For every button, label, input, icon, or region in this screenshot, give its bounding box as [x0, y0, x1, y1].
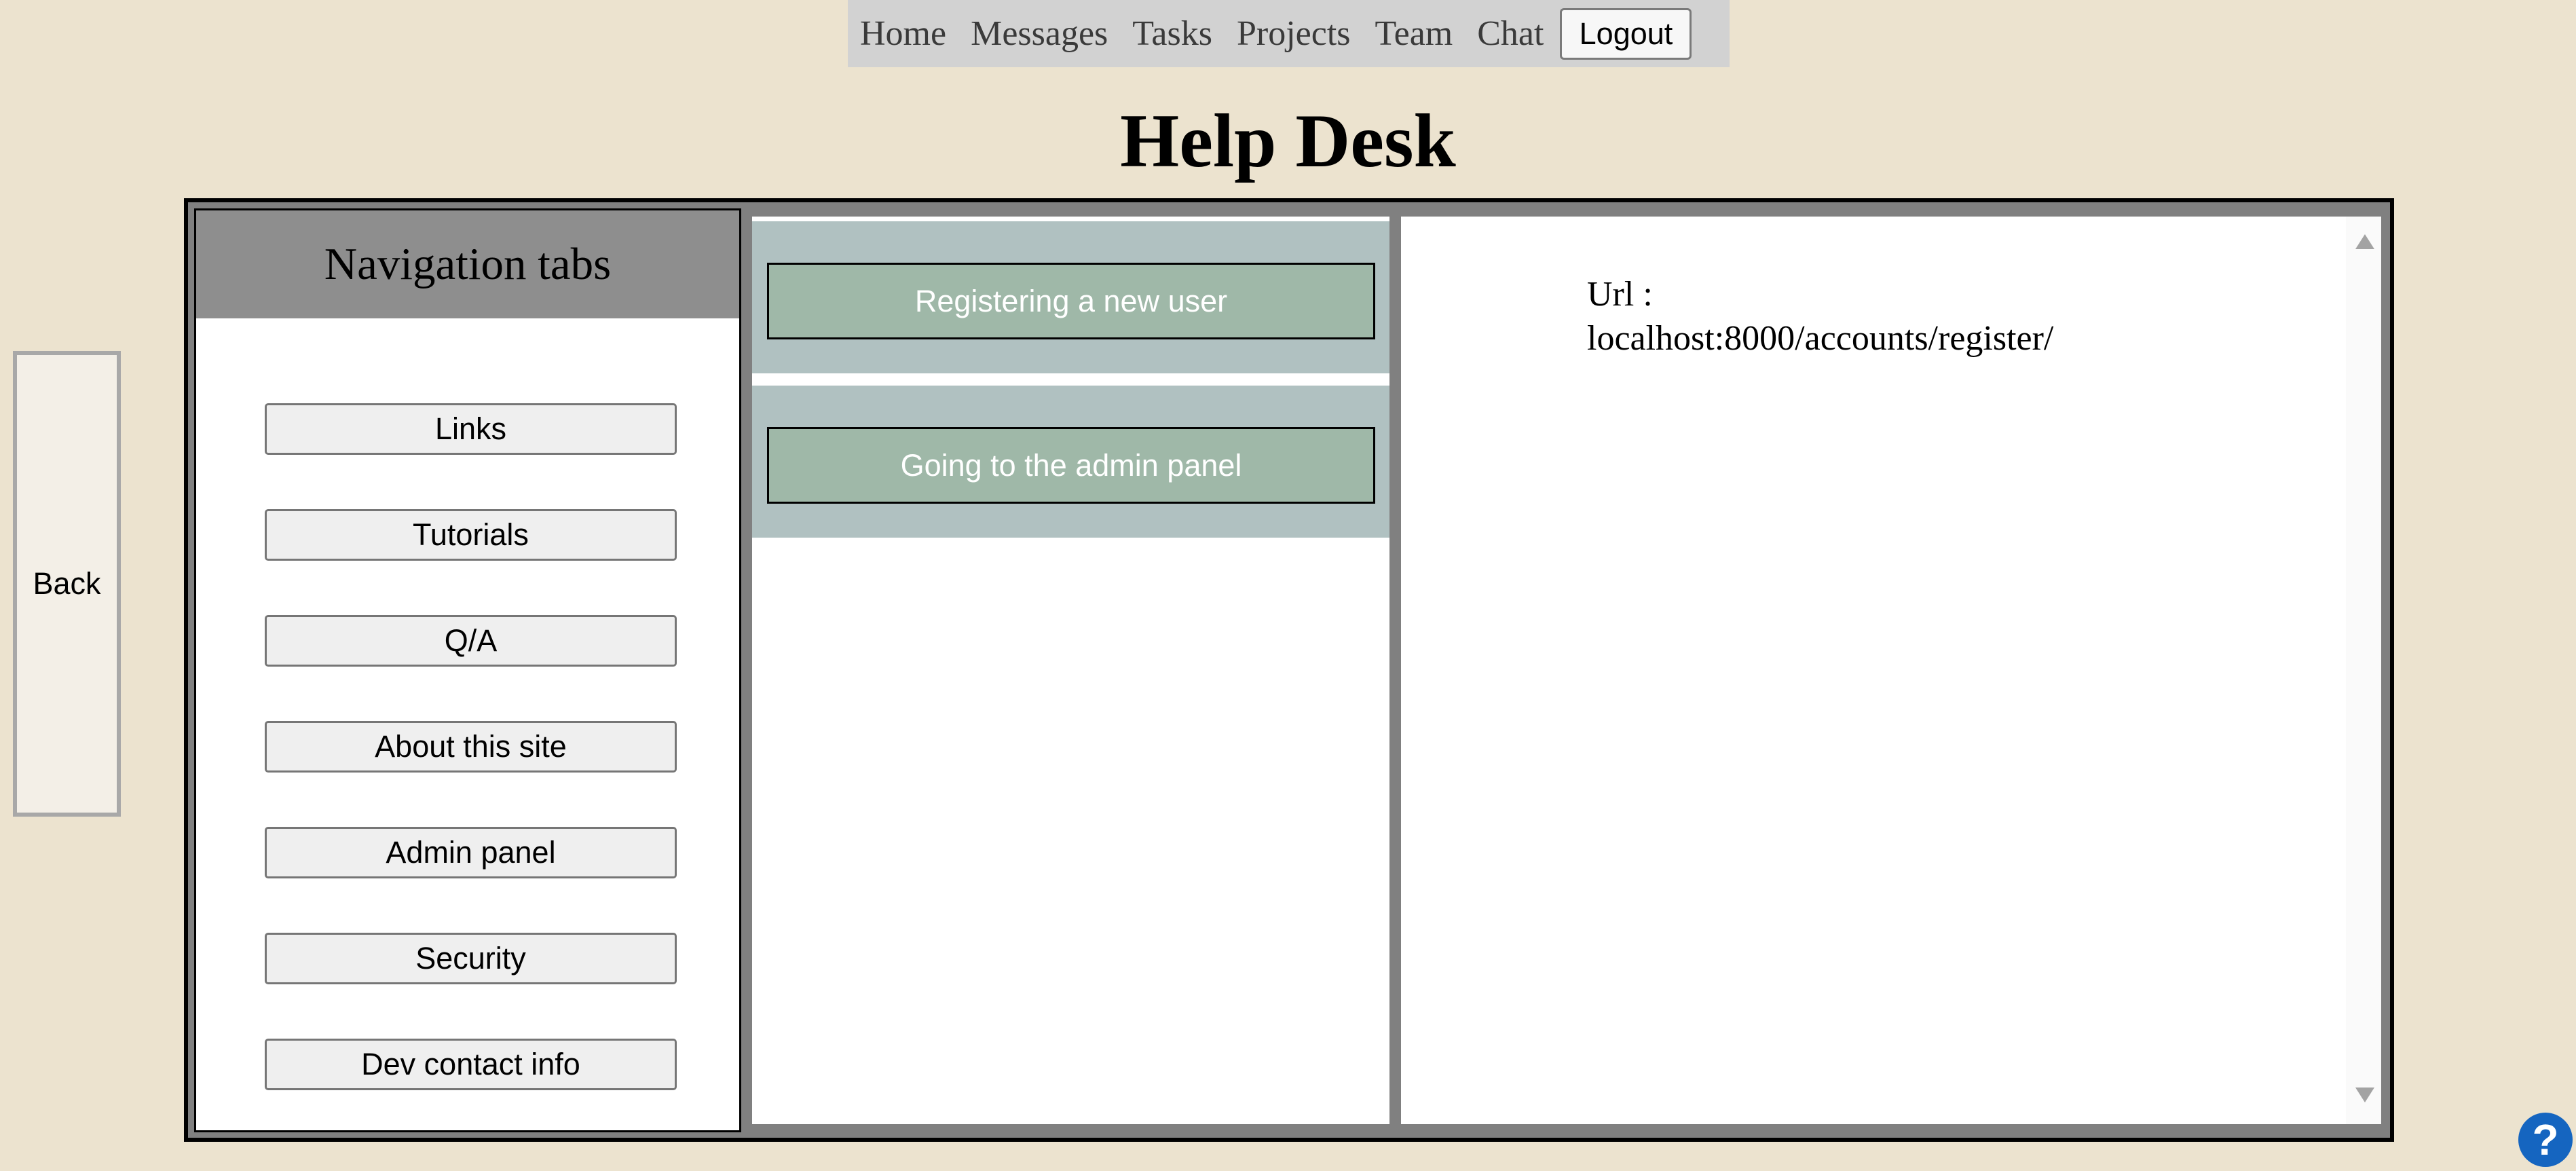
qa-button[interactable]: Q/A	[265, 615, 677, 667]
content-panel: Url : localhost:8000/accounts/register/	[1401, 217, 2381, 1124]
back-button[interactable]: Back	[13, 351, 121, 817]
scroll-down-icon[interactable]	[2355, 1088, 2374, 1102]
nav-chat[interactable]: Chat	[1477, 14, 1544, 54]
topics-panel: Registering a new user Going to the admi…	[752, 217, 1389, 1124]
topic-admin-panel-button[interactable]: Going to the admin panel	[767, 427, 1375, 504]
topic-registering-button[interactable]: Registering a new user	[767, 263, 1375, 339]
navigation-header: Navigation tabs	[196, 210, 739, 318]
nav-team[interactable]: Team	[1375, 14, 1453, 54]
tutorials-button[interactable]: Tutorials	[265, 509, 677, 561]
help-desk-frame: Navigation tabs Links Tutorials Q/A Abou…	[184, 198, 2394, 1142]
scrollbar[interactable]	[2346, 217, 2381, 1124]
logout-button[interactable]: Logout	[1560, 7, 1692, 60]
topic-item: Registering a new user	[752, 217, 1389, 373]
nav-messages[interactable]: Messages	[971, 14, 1108, 54]
url-value: localhost:8000/accounts/register/	[1587, 319, 2054, 358]
nav-home[interactable]: Home	[860, 14, 946, 54]
top-nav: Home Messages Tasks Projects Team Chat L…	[848, 0, 1730, 67]
help-icon[interactable]: ?	[2518, 1113, 2573, 1167]
about-button[interactable]: About this site	[265, 721, 677, 773]
scroll-up-icon[interactable]	[2355, 234, 2374, 249]
navigation-panel: Navigation tabs Links Tutorials Q/A Abou…	[194, 208, 741, 1132]
nav-projects[interactable]: Projects	[1237, 14, 1351, 54]
nav-tasks[interactable]: Tasks	[1132, 14, 1212, 54]
page-title: Help Desk	[1120, 99, 1456, 183]
topic-item: Going to the admin panel	[752, 381, 1389, 538]
security-button[interactable]: Security	[265, 933, 677, 984]
links-button[interactable]: Links	[265, 403, 677, 455]
admin-panel-button[interactable]: Admin panel	[265, 827, 677, 878]
dev-contact-button[interactable]: Dev contact info	[265, 1039, 677, 1090]
url-label: Url :	[1587, 275, 1653, 314]
